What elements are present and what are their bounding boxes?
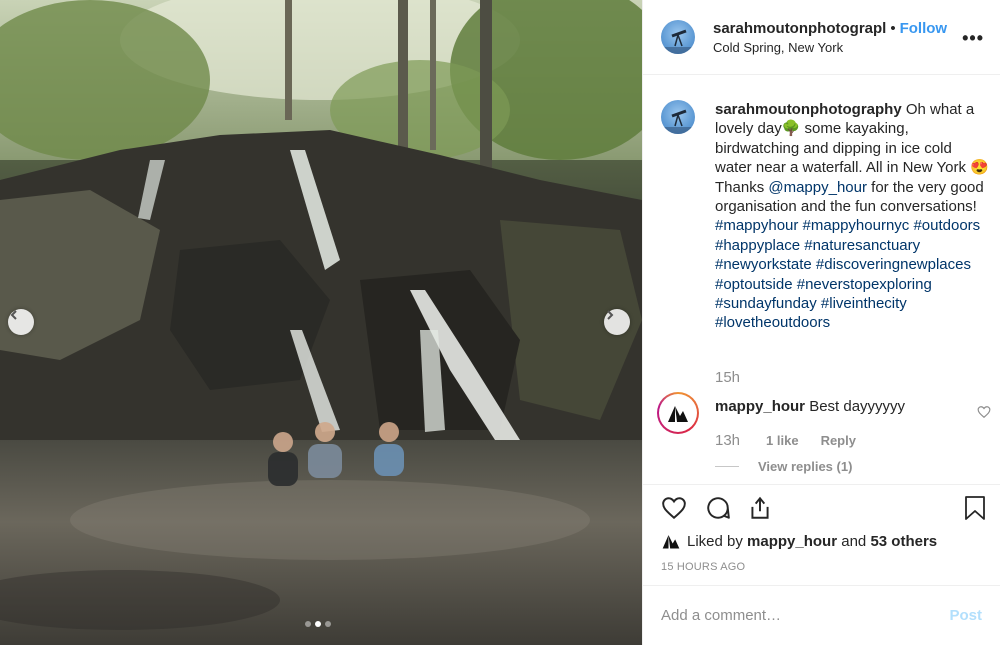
caption-hashtags[interactable]: #mappyhour #mappyhournyc #outdoors #happ… <box>715 217 980 331</box>
post-comment-button[interactable]: Post <box>949 607 982 624</box>
liked-by-user[interactable]: mappy_hour <box>747 533 837 550</box>
comment-likes[interactable]: 1 like <box>766 433 799 448</box>
carousel-indicator <box>305 621 331 627</box>
caption: sarahmoutonphotography Oh what a lovely … <box>661 100 989 333</box>
liked-by-and: and <box>841 532 867 550</box>
comments-section: sarahmoutonphotography Oh what a lovely … <box>643 76 1000 484</box>
author-avatar[interactable] <box>661 20 695 54</box>
post-location[interactable]: Cold Spring, New York <box>713 40 947 55</box>
bookmark-icon[interactable] <box>963 495 987 526</box>
telescope-icon <box>661 29 695 54</box>
caption-author-avatar[interactable] <box>661 100 695 134</box>
carousel-dot <box>305 621 311 627</box>
follow-button[interactable]: Follow <box>900 20 948 37</box>
author-username[interactable]: sarahmoutonphotograpl <box>713 20 886 37</box>
mountain-logo-icon <box>662 535 680 549</box>
caption-username[interactable]: sarahmoutonphotography <box>715 101 902 118</box>
caption-mention[interactable]: @mappy_hour <box>768 179 867 196</box>
comment-input[interactable] <box>661 607 950 624</box>
post-timestamp[interactable]: 15 HOURS AGO <box>661 561 745 573</box>
carousel-prev-button[interactable] <box>8 309 34 335</box>
comment-row: mappy_hour Best dayyyyyy <box>657 392 987 434</box>
post-side-panel: sarahmoutonphotograpl • Follow Cold Spri… <box>642 0 1000 645</box>
caption-time[interactable]: 15h <box>715 369 740 386</box>
reply-button[interactable]: Reply <box>821 433 856 448</box>
comment-like-icon[interactable] <box>977 405 991 424</box>
comment-icon[interactable] <box>705 495 731 526</box>
telescope-icon <box>661 109 695 134</box>
liked-by-prefix: Liked by <box>687 532 743 550</box>
commenter-avatar[interactable] <box>657 392 699 434</box>
view-replies-label: View replies (1) <box>758 459 853 474</box>
comment-time[interactable]: 13h <box>715 432 740 449</box>
comment-text: Best dayyyyyy <box>809 398 906 415</box>
more-options-icon[interactable]: ••• <box>962 28 984 49</box>
post-header: sarahmoutonphotograpl • Follow Cold Spri… <box>643 0 1000 75</box>
liked-by-others[interactable]: 53 others <box>870 533 937 550</box>
add-comment-bar: Post <box>643 585 1000 645</box>
liked-by[interactable]: Liked by mappy_hour and 53 others <box>661 531 937 551</box>
carousel-dot-active <box>315 621 321 627</box>
caption-text: sarahmoutonphotography Oh what a lovely … <box>715 100 989 333</box>
waterfall-scene <box>0 0 642 645</box>
comment-meta: 13h 1 like Reply <box>715 432 856 449</box>
post-actions: Liked by mappy_hour and 53 others 15 HOU… <box>643 484 1000 585</box>
mountain-logo-icon <box>668 406 688 422</box>
separator-dot: • <box>890 19 896 37</box>
post-photo[interactable] <box>0 0 642 645</box>
commenter-username[interactable]: mappy_hour <box>715 398 805 415</box>
carousel-next-button[interactable] <box>604 309 630 335</box>
share-icon[interactable] <box>747 495 773 526</box>
replies-divider <box>715 466 739 467</box>
carousel-dot <box>325 621 331 627</box>
view-replies-button[interactable]: View replies (1) <box>715 459 852 474</box>
heart-icon[interactable] <box>661 495 687 526</box>
